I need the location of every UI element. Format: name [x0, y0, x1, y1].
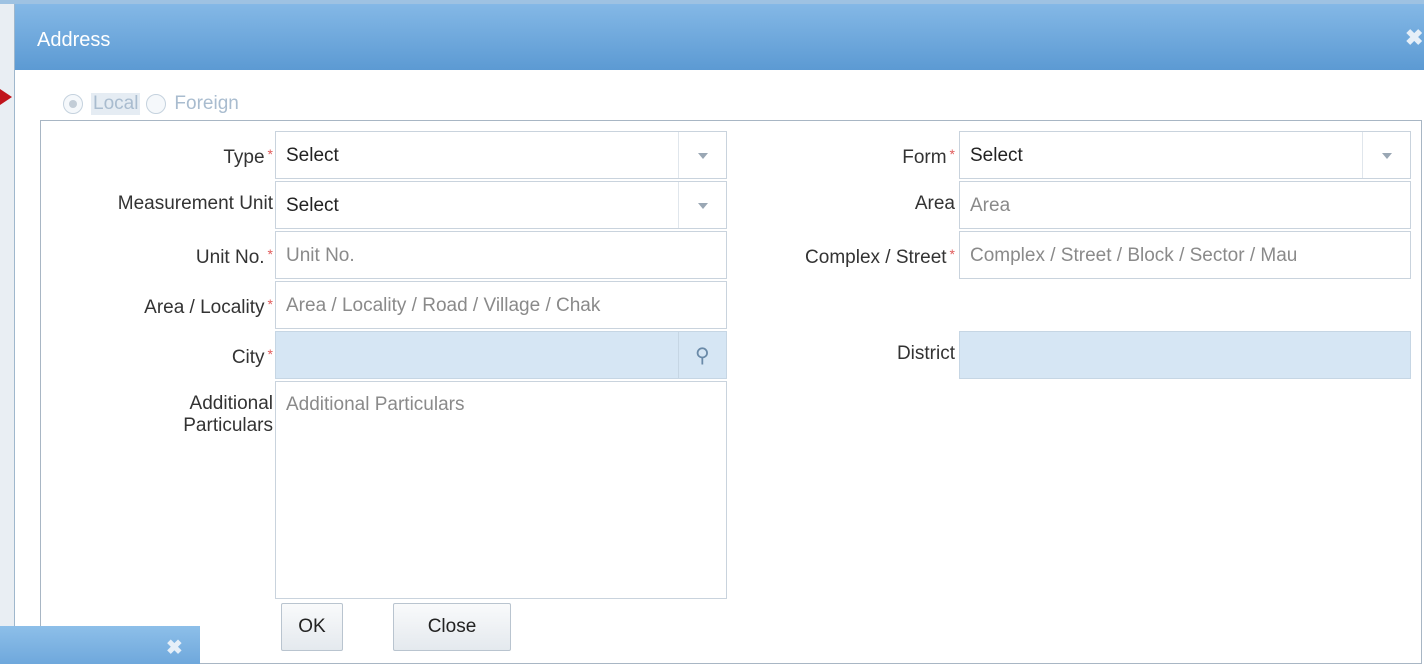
area-label: Area: [914, 193, 955, 214]
radio-foreign-label[interactable]: Foreign: [174, 93, 238, 115]
type-select[interactable]: Select: [275, 131, 727, 179]
chevron-down-icon: [698, 153, 708, 159]
measurement-unit-dropdown-trigger[interactable]: [678, 182, 726, 228]
measurement-unit-label: Measurement Unit: [117, 193, 273, 214]
close-icon[interactable]: ✖: [1405, 25, 1423, 51]
type-label: Type *: [223, 146, 273, 168]
district-label: District: [896, 343, 955, 364]
ok-button[interactable]: OK: [281, 603, 343, 651]
search-icon: ⚲: [695, 345, 710, 367]
dialog-title: Address: [37, 29, 111, 51]
district-field: [959, 331, 1411, 379]
close-icon[interactable]: ✖: [166, 635, 183, 660]
close-button[interactable]: Close: [393, 603, 511, 651]
unit-no-label: Unit No. *: [195, 246, 273, 268]
chevron-down-icon: [698, 203, 708, 209]
additional-particulars-label: Additional Particulars: [183, 393, 273, 436]
complex-street-label: Complex / Street *: [805, 246, 955, 268]
area-locality-label: Area / Locality *: [144, 296, 273, 318]
area-input[interactable]: Area: [959, 181, 1411, 229]
form-label: Form *: [902, 146, 955, 168]
dialog-titlebar: Address ✖: [15, 4, 1424, 70]
radio-local-label[interactable]: Local: [91, 93, 141, 115]
measurement-unit-select[interactable]: Select: [275, 181, 727, 229]
type-dropdown-trigger[interactable]: [678, 132, 726, 178]
area-locality-input[interactable]: Area / Locality / Road / Village / Chak: [275, 281, 727, 329]
background-panel-header: ✖: [0, 626, 200, 664]
arrow-right-icon: [0, 89, 12, 105]
city-input[interactable]: ⚲: [275, 331, 727, 379]
additional-particulars-textarea[interactable]: Additional Particulars: [275, 381, 727, 599]
address-fieldset: Type * Select Form * Select Measurement Un…: [40, 120, 1422, 664]
complex-street-input[interactable]: Complex / Street / Block / Sector / Mau: [959, 231, 1411, 279]
chevron-down-icon: [1382, 153, 1392, 159]
radio-foreign[interactable]: [146, 94, 167, 114]
form-dropdown-trigger[interactable]: [1362, 132, 1410, 178]
city-label: City *: [231, 346, 273, 368]
form-select[interactable]: Select: [959, 131, 1411, 179]
location-type-group: Local Foreign: [63, 93, 245, 119]
radio-local[interactable]: [63, 94, 83, 114]
unit-no-input[interactable]: Unit No.: [275, 231, 727, 279]
city-search-button[interactable]: ⚲: [678, 332, 726, 378]
